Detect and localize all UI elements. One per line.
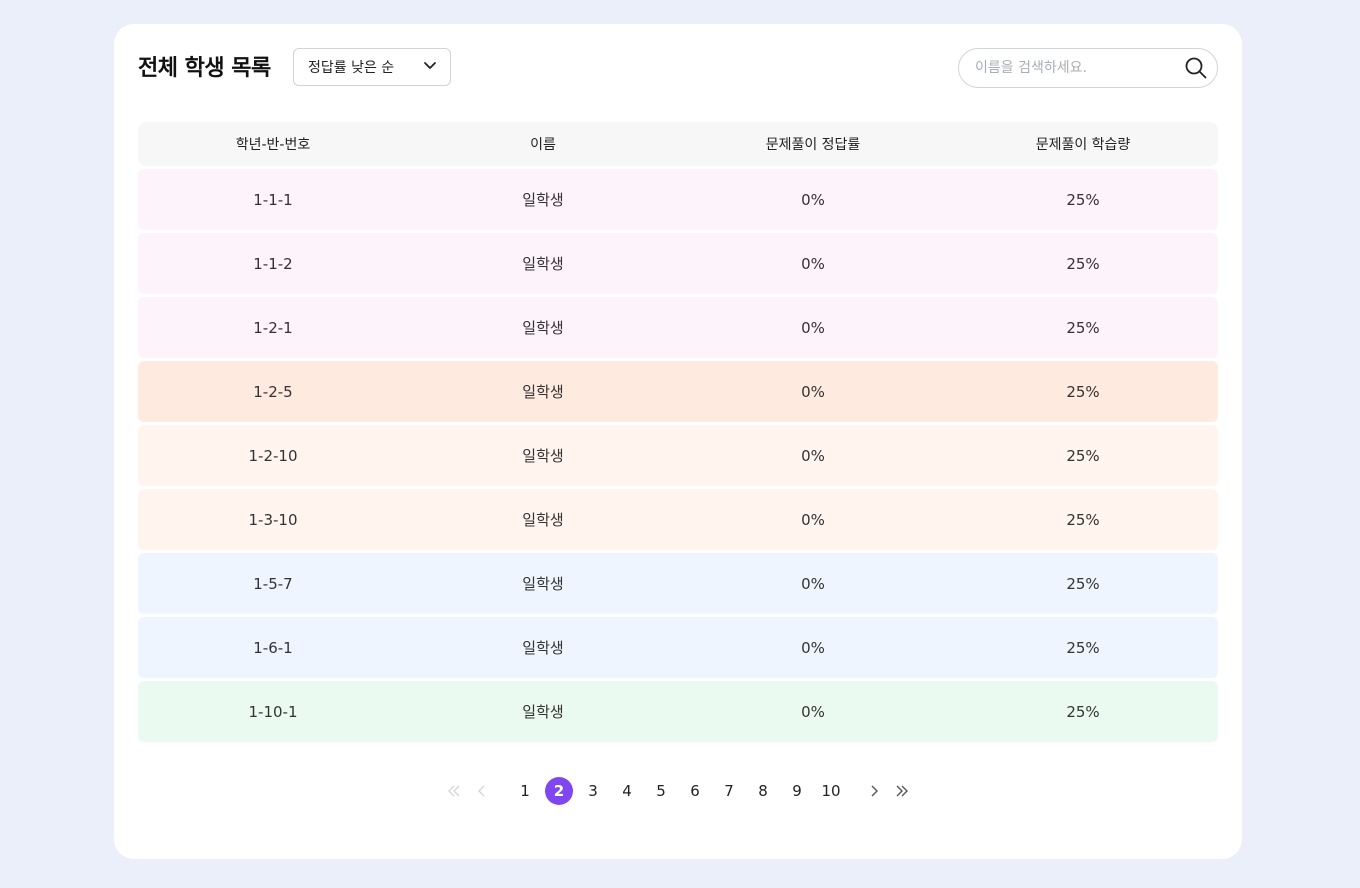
chevron-left-icon[interactable] bbox=[468, 777, 496, 805]
cell-accuracy: 0% bbox=[801, 254, 825, 273]
cell-volume: 25% bbox=[1066, 254, 1100, 273]
cell-class-number: 1-3-10 bbox=[248, 510, 298, 529]
page-10[interactable]: 10 bbox=[814, 777, 848, 805]
double-chevron-left-icon[interactable] bbox=[440, 777, 468, 805]
page-5[interactable]: 5 bbox=[644, 777, 678, 805]
table-header: 학년-반-번호 이름 문제풀이 정답률 문제풀이 학습량 bbox=[138, 122, 1218, 166]
page-title: 전체 학생 목록 bbox=[138, 56, 271, 81]
cell-name: 일학생 bbox=[522, 255, 564, 273]
cell-class-number: 1-10-1 bbox=[248, 702, 298, 721]
cell-accuracy: 0% bbox=[801, 382, 825, 401]
cell-accuracy: 0% bbox=[801, 638, 825, 657]
column-header-volume: 문제풀이 학습량 bbox=[1035, 137, 1131, 153]
cell-name: 일학생 bbox=[522, 639, 564, 657]
column-header-accuracy: 문제풀이 정답률 bbox=[765, 137, 861, 153]
cell-name: 일학생 bbox=[522, 383, 564, 401]
search-box bbox=[958, 48, 1218, 88]
table-row[interactable]: 1-2-5 일학생 0% 25% bbox=[138, 361, 1218, 422]
cell-class-number: 1-2-10 bbox=[248, 446, 298, 465]
cell-volume: 25% bbox=[1066, 702, 1100, 721]
cell-name: 일학생 bbox=[522, 703, 564, 721]
cell-accuracy: 0% bbox=[801, 574, 825, 593]
page-3[interactable]: 3 bbox=[576, 777, 610, 805]
cell-accuracy: 0% bbox=[801, 510, 825, 529]
table-row[interactable]: 1-3-10 일학생 0% 25% bbox=[138, 489, 1218, 550]
search-icon[interactable] bbox=[1183, 55, 1209, 81]
cell-class-number: 1-5-7 bbox=[253, 574, 293, 593]
cell-volume: 25% bbox=[1066, 574, 1100, 593]
cell-volume: 25% bbox=[1066, 446, 1100, 465]
active-page-indicator: 2 bbox=[545, 777, 573, 805]
search-input[interactable] bbox=[973, 59, 1183, 77]
cell-volume: 25% bbox=[1066, 190, 1100, 209]
sort-dropdown[interactable]: 정답률 낮은 순 bbox=[293, 48, 451, 86]
table-row[interactable]: 1-5-7 일학생 0% 25% bbox=[138, 553, 1218, 614]
chevron-right-icon[interactable] bbox=[860, 777, 888, 805]
cell-accuracy: 0% bbox=[801, 446, 825, 465]
page-1[interactable]: 1 bbox=[508, 777, 542, 805]
sort-dropdown-label: 정답률 낮은 순 bbox=[308, 60, 395, 76]
cell-volume: 25% bbox=[1066, 382, 1100, 401]
column-header-name: 이름 bbox=[530, 137, 556, 153]
table-row[interactable]: 1-6-1 일학생 0% 25% bbox=[138, 617, 1218, 678]
student-table: 학년-반-번호 이름 문제풀이 정답률 문제풀이 학습량 1-1-1 일학생 0… bbox=[138, 122, 1218, 742]
cell-name: 일학생 bbox=[522, 319, 564, 337]
cell-name: 일학생 bbox=[522, 191, 564, 209]
table-row[interactable]: 1-2-10 일학생 0% 25% bbox=[138, 425, 1218, 486]
cell-class-number: 1-1-2 bbox=[253, 254, 293, 273]
page-2-current[interactable]: 2 bbox=[542, 777, 576, 805]
cell-volume: 25% bbox=[1066, 638, 1100, 657]
double-chevron-right-icon[interactable] bbox=[888, 777, 916, 805]
page-7[interactable]: 7 bbox=[712, 777, 746, 805]
cell-class-number: 1-6-1 bbox=[253, 638, 293, 657]
pagination: 1 2 3 4 5 6 7 8 9 10 bbox=[114, 777, 1242, 805]
cell-name: 일학생 bbox=[522, 575, 564, 593]
table-row[interactable]: 1-10-1 일학생 0% 25% bbox=[138, 681, 1218, 742]
cell-name: 일학생 bbox=[522, 511, 564, 529]
page-8[interactable]: 8 bbox=[746, 777, 780, 805]
student-list-card: 전체 학생 목록 정답률 낮은 순 학년-반-번호 이름 문제풀이 정답률 문제… bbox=[114, 24, 1242, 859]
cell-class-number: 1-2-5 bbox=[253, 382, 293, 401]
cell-accuracy: 0% bbox=[801, 702, 825, 721]
table-row[interactable]: 1-1-2 일학생 0% 25% bbox=[138, 233, 1218, 294]
cell-class-number: 1-1-1 bbox=[253, 190, 293, 209]
table-row[interactable]: 1-2-1 일학생 0% 25% bbox=[138, 297, 1218, 358]
cell-volume: 25% bbox=[1066, 318, 1100, 337]
page-6[interactable]: 6 bbox=[678, 777, 712, 805]
table-row[interactable]: 1-1-1 일학생 0% 25% bbox=[138, 169, 1218, 230]
cell-volume: 25% bbox=[1066, 510, 1100, 529]
chevron-down-icon bbox=[422, 57, 438, 77]
page-4[interactable]: 4 bbox=[610, 777, 644, 805]
cell-accuracy: 0% bbox=[801, 318, 825, 337]
cell-accuracy: 0% bbox=[801, 190, 825, 209]
column-header-class-number: 학년-반-번호 bbox=[235, 137, 311, 153]
cell-class-number: 1-2-1 bbox=[253, 318, 293, 337]
cell-name: 일학생 bbox=[522, 447, 564, 465]
page-9[interactable]: 9 bbox=[780, 777, 814, 805]
